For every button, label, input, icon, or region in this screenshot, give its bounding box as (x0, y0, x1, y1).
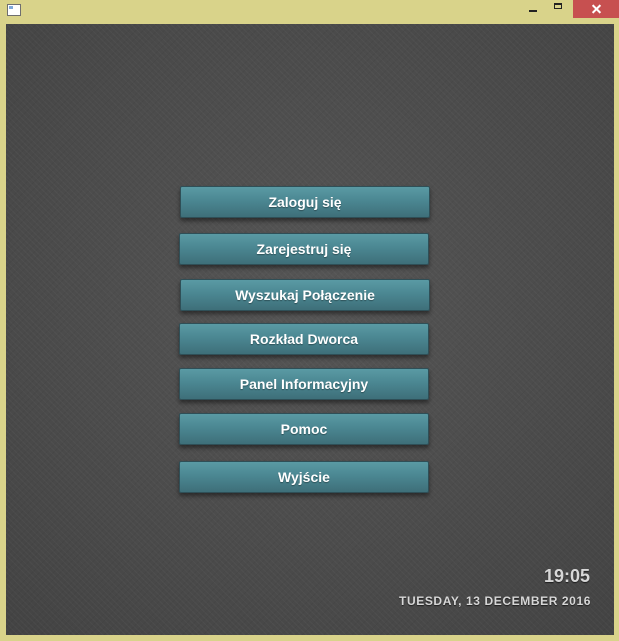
maximize-icon[interactable] (546, 0, 573, 18)
information-panel-button[interactable]: Panel Informacyjny (179, 368, 429, 400)
main-menu-panel: Zaloguj się Zarejestruj się Wyszukaj Poł… (6, 24, 614, 635)
title-bar[interactable] (0, 0, 619, 24)
search-connection-button[interactable]: Wyszukaj Połączenie (180, 279, 430, 311)
login-button[interactable]: Zaloguj się (180, 186, 430, 218)
help-button[interactable]: Pomoc (179, 413, 429, 445)
minimize-icon[interactable] (517, 0, 546, 18)
close-icon[interactable] (573, 0, 619, 18)
clock-time: 19:05 (543, 566, 590, 586)
app-window-icon (7, 4, 21, 16)
exit-button[interactable]: Wyjście (179, 461, 429, 493)
station-timetable-button[interactable]: Rozkład Dworca (179, 323, 429, 355)
application-window: Zaloguj się Zarejestruj się Wyszukaj Poł… (0, 0, 619, 641)
register-button[interactable]: Zarejestruj się (179, 233, 429, 265)
clock-date: TUESDAY, 13 DECEMBER 2016 (399, 594, 591, 608)
